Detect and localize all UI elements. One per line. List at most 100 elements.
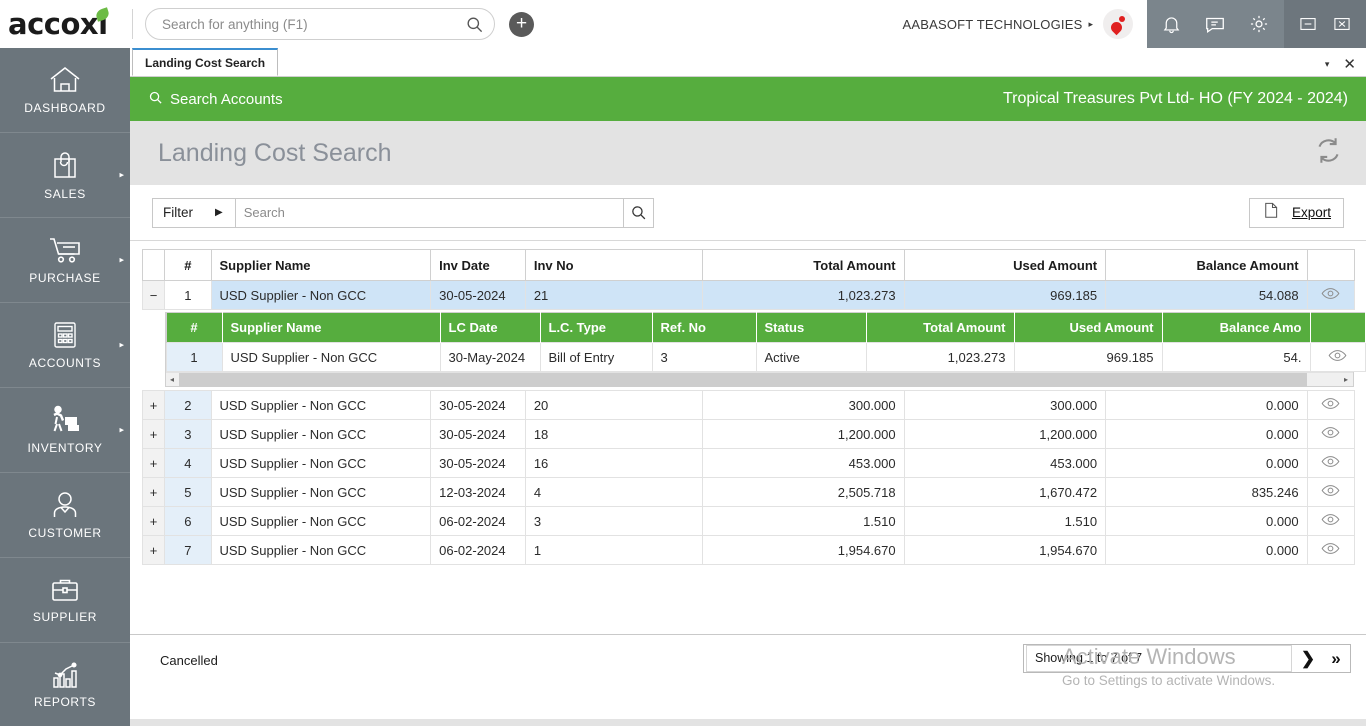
detail-header: # Supplier Name LC Date L.C. Type Ref. N… [165,312,1366,343]
row-view-button[interactable] [1306,506,1356,536]
row-view-button[interactable] [1306,448,1356,478]
detail-status: Active [755,342,867,372]
avatar[interactable] [1103,9,1133,39]
scroll-right-icon[interactable]: ▸ [1340,375,1353,384]
status-row: Cancelled Showing 1 to 7 of 7 ❯ » [130,634,1366,719]
eye-icon [1321,397,1340,413]
row-index: 1 [164,280,212,310]
header-inv-no[interactable]: Inv No [524,249,704,281]
table-row[interactable]: + 5 USD Supplier - Non GCC 12-03-2024 4 … [141,477,1356,507]
chevron-right-icon[interactable]: ▸ [119,255,124,266]
detail-header-status[interactable]: Status [755,312,867,343]
briefcase-icon [49,576,81,604]
sidebar-label: SALES [44,186,86,201]
tab-list-caret-icon[interactable]: ▾ [1325,59,1330,70]
detail-header-used-amount[interactable]: Used Amount [1013,312,1163,343]
chevron-right-icon[interactable]: ▸ [119,340,124,351]
detail-row[interactable]: 1 USD Supplier - Non GCC 30-May-2024 Bil… [165,342,1366,372]
sidebar-item-reports[interactable]: REPORTS [0,643,130,726]
next-page-button[interactable]: ❯ [1294,645,1322,672]
grid-container: # Supplier Name Inv Date Inv No Total Am… [130,241,1366,565]
scroll-left-icon[interactable]: ◂ [166,375,179,384]
grid-search-input[interactable] [234,198,623,227]
last-page-button[interactable]: » [1322,645,1350,672]
sidebar-item-supplier[interactable]: SUPPLIER [0,558,130,643]
row-expand-toggle[interactable]: + [141,535,166,565]
table-row[interactable]: − 1 USD Supplier - Non GCC 30-05-2024 21… [141,280,1356,310]
logo-text: accoxi [8,7,108,41]
scrollbar-thumb[interactable] [178,372,1307,387]
row-index: 6 [164,506,212,536]
accoxi-logo: accoxi [0,0,130,48]
chevron-right-icon[interactable]: ▸ [119,170,124,181]
global-search-input[interactable] [162,16,465,32]
global-search-box[interactable] [145,8,495,40]
row-view-button[interactable] [1306,390,1356,420]
row-view-button[interactable] [1306,477,1356,507]
table-row[interactable]: + 4 USD Supplier - Non GCC 30-05-2024 16… [141,448,1356,478]
row-expand-toggle[interactable]: + [141,506,166,536]
search-icon[interactable] [465,15,484,34]
row-expand-toggle[interactable]: + [141,419,166,449]
detail-header-total-amount[interactable]: Total Amount [865,312,1015,343]
export-button[interactable]: Export [1248,197,1344,228]
company-fiscal-label: Tropical Treasures Pvt Ltd- HO (FY 2024 … [1002,90,1348,107]
row-expand-toggle[interactable]: + [141,477,166,507]
header-used-amount[interactable]: Used Amount [903,249,1107,281]
detail-header-balance-amount[interactable]: Balance Amo [1161,312,1311,343]
detail-header-ref-no[interactable]: Ref. No [651,312,757,343]
row-expand-toggle[interactable]: + [141,448,166,478]
table-row[interactable]: + 6 USD Supplier - Non GCC 06-02-2024 3 … [141,506,1356,536]
filter-expand-icon[interactable]: ▶ [215,207,235,218]
table-row[interactable]: + 3 USD Supplier - Non GCC 30-05-2024 18… [141,419,1356,449]
row-view-button[interactable] [1306,419,1356,449]
notification-bell-icon[interactable] [1161,14,1182,35]
header-supplier-name[interactable]: Supplier Name [210,249,432,281]
detail-header-lc-date[interactable]: LC Date [439,312,541,343]
header-total-amount[interactable]: Total Amount [702,249,905,281]
row-supplier-name: USD Supplier - Non GCC [210,419,432,449]
sidebar-item-inventory[interactable]: INVENTORY ▸ [0,388,130,473]
header-inv-date[interactable]: Inv Date [430,249,526,281]
row-expand-toggle[interactable]: + [141,390,166,420]
application-window: accoxi + AABASOFT TECHNOLOGIES ▸ [0,0,1366,726]
sidebar-item-customer[interactable]: CUSTOMER [0,473,130,558]
header-balance-amount[interactable]: Balance Amount [1105,249,1308,281]
row-view-button[interactable] [1306,280,1356,310]
message-icon[interactable] [1204,13,1226,35]
table-row[interactable]: + 7 USD Supplier - Non GCC 06-02-2024 1 … [141,535,1356,565]
top-bar-icon-group [1147,0,1284,48]
grid-search-button[interactable] [622,198,653,227]
table-row[interactable]: + 2 USD Supplier - Non GCC 30-05-2024 20… [141,390,1356,420]
organization-arrow-icon[interactable]: ▸ [1088,19,1103,30]
row-view-button[interactable] [1306,535,1356,565]
detail-header-supplier-name[interactable]: Supplier Name [221,312,441,343]
avatar-dot-icon [1119,16,1125,22]
detail-header-view [1309,312,1366,343]
search-accounts-group[interactable]: Search Accounts [148,90,283,109]
chevron-right-icon[interactable]: ▸ [119,425,124,436]
detail-view-button[interactable] [1309,342,1366,372]
minimize-button[interactable] [1298,14,1318,34]
detail-horizontal-scrollbar[interactable]: ◂ ▸ [165,372,1353,387]
top-bar: accoxi + AABASOFT TECHNOLOGIES ▸ [0,0,1366,48]
row-inv-no: 4 [524,477,704,507]
tab-landing-cost-search[interactable]: Landing Cost Search [132,48,279,76]
gear-icon[interactable] [1248,13,1270,35]
row-collapse-toggle[interactable]: − [141,280,166,310]
row-used-amount: 300.000 [903,390,1107,420]
row-used-amount: 1,670.472 [903,477,1107,507]
detail-body: 1 USD Supplier - Non GCC 30-May-2024 Bil… [165,342,1366,372]
sidebar-item-accounts[interactable]: ACCOUNTS ▸ [0,303,130,388]
refresh-icon[interactable] [1313,135,1344,171]
sidebar-item-purchase[interactable]: PURCHASE ▸ [0,218,130,303]
sidebar-item-dashboard[interactable]: DASHBOARD [0,48,130,133]
tab-close-icon[interactable]: ✕ [1343,57,1356,72]
detail-header-index[interactable]: # [165,312,223,343]
detail-header-lc-type[interactable]: L.C. Type [539,312,653,343]
close-button[interactable] [1332,14,1352,34]
add-new-button[interactable]: + [509,11,534,37]
sidebar-item-sales[interactable]: SALES ▸ [0,133,130,218]
header-index[interactable]: # [164,249,212,281]
filter-label[interactable]: Filter [153,205,215,220]
